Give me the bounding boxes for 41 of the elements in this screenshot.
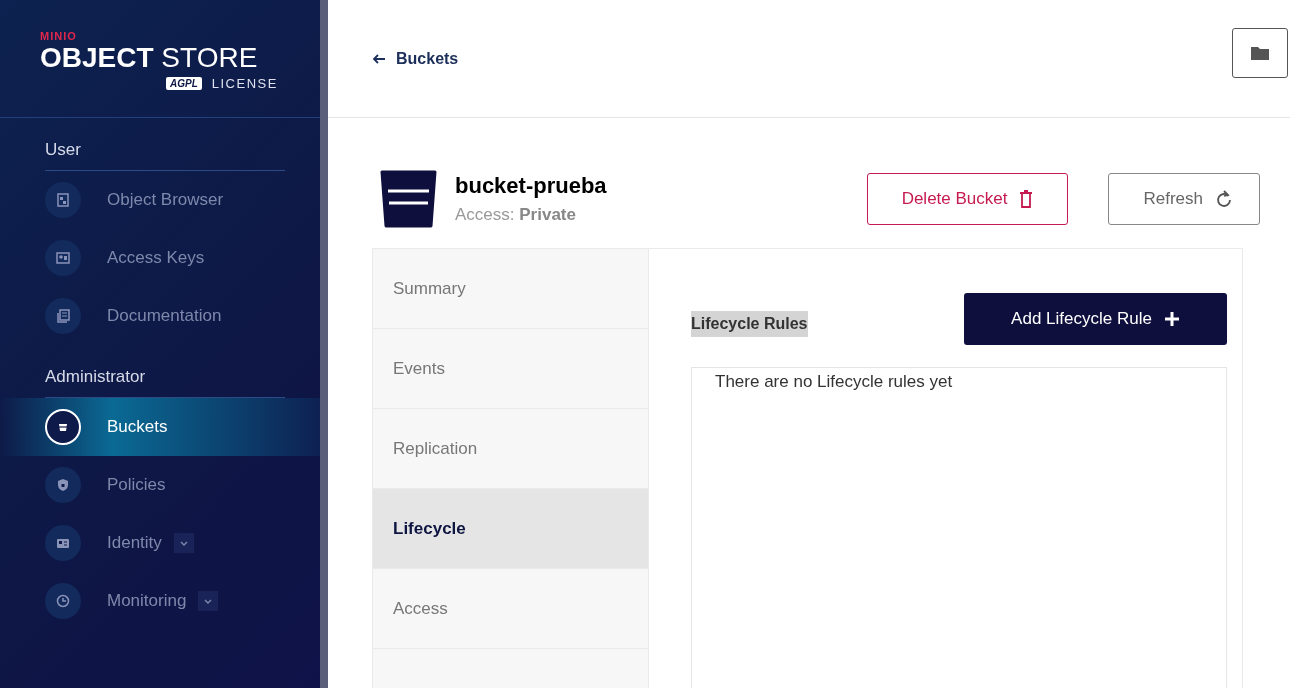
trash-icon <box>1019 190 1034 208</box>
bucket-icon <box>45 409 81 445</box>
bucket-icon <box>380 170 437 228</box>
delete-button[interactable]: Delete Bucket <box>866 173 1069 225</box>
sidebar-item[interactable]: Documentation <box>0 287 320 345</box>
sidebar-item[interactable]: Identity <box>0 514 320 572</box>
folder-icon <box>1250 44 1270 61</box>
tab[interactable]: Lifecycle <box>373 489 648 569</box>
sidebar-item[interactable]: Access Keys <box>0 229 320 287</box>
section-title: Lifecycle Rules <box>691 311 808 337</box>
tab[interactable]: Events <box>373 329 648 409</box>
grid-icon <box>45 182 81 218</box>
bucket-name: bucket-prueba <box>455 173 607 199</box>
shield-icon <box>45 467 81 503</box>
tab[interactable]: Summary <box>373 249 648 329</box>
product-title: OBJECT STORE <box>40 44 258 72</box>
document-icon <box>45 298 81 334</box>
folder-button[interactable] <box>1232 27 1288 78</box>
plus-icon <box>1163 311 1180 327</box>
license-label: LICENSE <box>211 76 278 91</box>
scrollbar[interactable] <box>320 0 328 688</box>
section-heading: Administrator <box>45 367 285 398</box>
add-rule-button[interactable]: Add Lifecycle Rule <box>964 293 1227 345</box>
license-badge: AGPL <box>166 77 202 90</box>
access-status: Access: Private <box>455 205 577 225</box>
id-card-icon <box>45 240 81 276</box>
sidebar-item[interactable]: Policies <box>0 456 320 514</box>
brand-logo: MINIO <box>40 30 77 42</box>
sidebar-item[interactable]: Monitoring <box>0 572 320 630</box>
back-arrow-icon <box>372 52 386 65</box>
refresh-icon <box>1215 190 1233 208</box>
tab[interactable]: Access <box>373 569 648 649</box>
section-heading: User <box>45 140 285 171</box>
chevron-down-icon[interactable] <box>198 591 219 611</box>
refresh-button[interactable]: Refresh <box>1108 173 1260 225</box>
id-card-icon <box>45 525 81 561</box>
clock-icon <box>45 583 81 619</box>
empty-message: There are no Lifecycle rules yet <box>715 372 953 391</box>
back-link[interactable]: Buckets <box>372 49 459 68</box>
sidebar-item[interactable]: Object Browser <box>0 171 320 229</box>
chevron-down-icon[interactable] <box>173 533 194 553</box>
